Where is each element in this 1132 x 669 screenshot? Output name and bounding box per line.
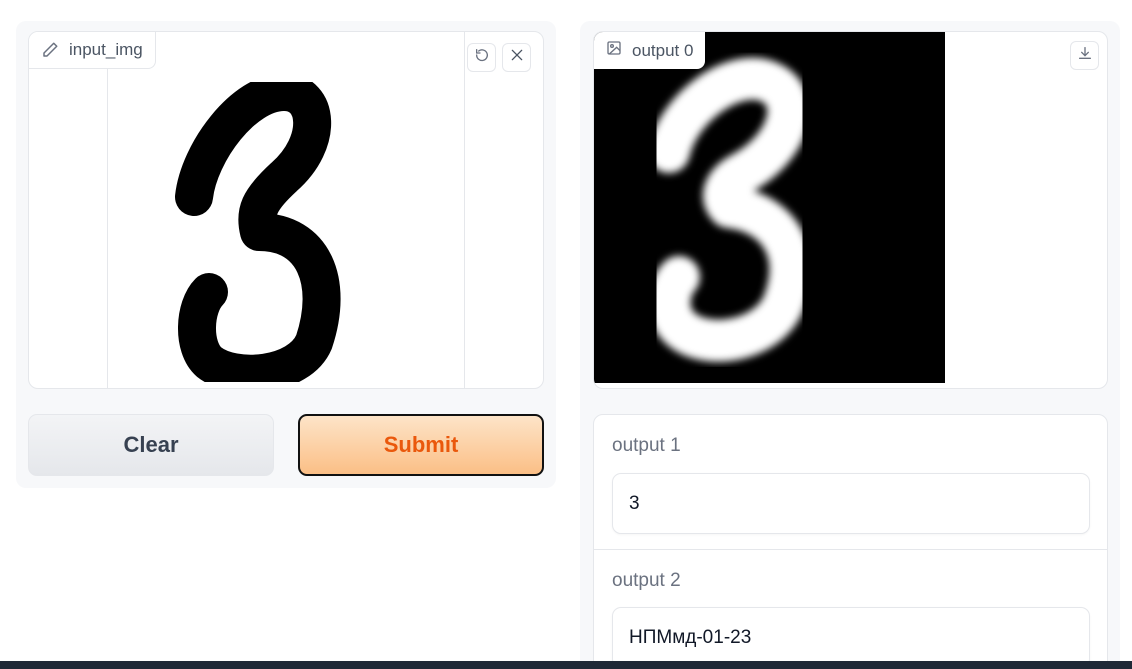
output1-label: output 1 (612, 435, 681, 456)
close-icon (509, 47, 525, 68)
canvas-guide-left (107, 32, 108, 388)
image-icon (606, 40, 622, 61)
input-label: input_img (69, 40, 143, 59)
outputs-divider (594, 549, 1107, 550)
submit-button[interactable]: Submit (298, 414, 544, 476)
clear-button[interactable]: Clear (28, 414, 274, 476)
clear-image-button[interactable] (502, 43, 531, 72)
output1-field[interactable]: 3 (612, 473, 1090, 534)
undo-icon (474, 47, 490, 68)
pencil-icon (41, 41, 59, 59)
output-image-label: output 0 (632, 40, 694, 60)
output-image (594, 32, 945, 383)
canvas-guide-right (464, 32, 465, 388)
bottom-bar (0, 661, 1132, 669)
text-outputs-block: output 1 3 output 2 НПМмд-01-23 (593, 414, 1108, 669)
output-image-label-chip: output 0 (594, 32, 706, 69)
output2-field[interactable]: НПМмд-01-23 (612, 607, 1090, 668)
undo-button[interactable] (467, 43, 496, 72)
output-image-block: output 0 (593, 31, 1108, 389)
sketchpad[interactable]: input_img (28, 31, 544, 389)
app-root: input_img Clear Submit output 0 output 1… (0, 0, 1132, 669)
download-icon (1077, 45, 1093, 66)
download-button[interactable] (1070, 41, 1099, 70)
input-label-chip: input_img (29, 32, 156, 69)
drawn-digit (164, 73, 344, 388)
output2-label: output 2 (612, 570, 681, 591)
